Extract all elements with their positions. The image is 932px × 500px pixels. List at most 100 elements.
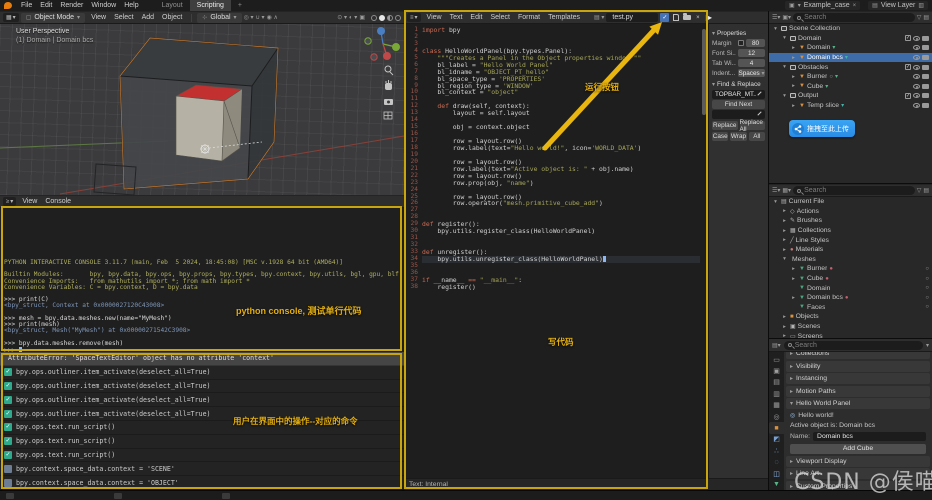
blendfile-item-materials[interactable]: ▸●Materials	[769, 245, 932, 255]
expand-toggle[interactable]: ▸	[781, 208, 788, 214]
panel-collections[interactable]: ▸Collections	[786, 352, 930, 359]
expand-toggle[interactable]: ▾	[781, 93, 788, 99]
tab-width-field[interactable]: Tab Wi... 4	[712, 58, 765, 68]
scene-properties-tab[interactable]: ▦	[769, 400, 784, 411]
blendfile-item-objects[interactable]: ▸■Objects	[769, 312, 932, 322]
panel-hello-world-panel[interactable]: ▾Hello World Panel	[786, 398, 930, 409]
blendfile-item-screens[interactable]: ▸▭Screens	[769, 331, 932, 338]
exclude-checkbox[interactable]: ✓	[905, 35, 911, 41]
expand-toggle[interactable]: ▸	[790, 295, 797, 301]
material-shading-icon[interactable]	[387, 15, 393, 21]
exclude-checkbox[interactable]: ✓	[905, 64, 911, 70]
viewport-menu-view[interactable]: View	[87, 14, 110, 21]
workspace-tab-layout[interactable]: Layout	[155, 0, 190, 11]
blender-logo-icon[interactable]	[4, 2, 12, 9]
netdisk-upload-button[interactable]: 拖拽至此上传	[789, 120, 855, 137]
find-option-all[interactable]: All	[749, 132, 765, 141]
expand-toggle[interactable]: ▸	[790, 83, 797, 89]
hide-eye-icon[interactable]	[913, 103, 920, 108]
text-menu-edit[interactable]: Edit	[466, 14, 486, 21]
disable-render-icon[interactable]	[922, 55, 929, 60]
indentation-select[interactable]: Indent... Spaces ▾	[712, 68, 765, 78]
close-icon[interactable]: ×	[853, 3, 857, 9]
transform-orientation-dropdown[interactable]: ⊹ Global▾	[197, 13, 241, 23]
expand-toggle[interactable]: ▾	[781, 35, 788, 41]
console-menu-console[interactable]: Console	[41, 198, 75, 205]
view-layer-new-icon[interactable]: ▥	[918, 2, 924, 9]
new-text-icon[interactable]	[671, 13, 680, 22]
hide-eye-icon[interactable]	[913, 65, 920, 70]
disable-render-icon[interactable]	[922, 36, 929, 41]
properties-editor-icon[interactable]: ▤▾	[772, 342, 781, 349]
unlink-text-icon[interactable]: ×	[693, 13, 702, 22]
expand-toggle[interactable]: ▸	[781, 314, 788, 320]
text-datablock-icon[interactable]: ▤ ▾	[594, 14, 604, 21]
menu-help[interactable]: Help	[120, 2, 142, 9]
margin-checkbox[interactable]	[738, 40, 744, 46]
outliner-filter-dropdown[interactable]: ☰▾	[772, 187, 780, 194]
replace-button[interactable]: Replace	[712, 121, 738, 130]
find-option-case[interactable]: Case	[712, 132, 728, 141]
text-menu-view[interactable]: View	[423, 14, 446, 21]
expand-toggle[interactable]: ▸	[781, 247, 788, 253]
solid-shading-icon[interactable]	[379, 15, 385, 21]
blendfile-item-collections[interactable]: ▸▦Collections	[769, 226, 932, 236]
disable-render-icon[interactable]	[922, 65, 929, 70]
physics-properties-tab[interactable]: ◌	[769, 457, 784, 468]
replace-all-button[interactable]: Replace All	[740, 121, 766, 130]
disable-render-icon[interactable]	[922, 103, 929, 108]
expand-toggle[interactable]: ▾	[772, 199, 779, 205]
camera-view-icon[interactable]	[384, 99, 393, 105]
expand-toggle[interactable]: ▸	[790, 45, 797, 51]
constraints-properties-tab[interactable]: ◫	[769, 468, 784, 479]
panel-motion-paths[interactable]: ▸Motion Paths	[786, 386, 930, 397]
blendfile-item-domain[interactable]: ▼Domain○	[769, 283, 932, 293]
blendfile-item-cube[interactable]: ▸▼Cube●○	[769, 274, 932, 284]
add-workspace-button[interactable]: +	[233, 2, 247, 9]
info-row[interactable]: ✓bpy.ops.outliner.item_activate(deselect…	[0, 380, 404, 394]
show-gizmo-dropdown[interactable]: ⊙ ▾	[337, 14, 347, 21]
hide-eye-icon[interactable]	[913, 45, 920, 50]
wireframe-shading-icon[interactable]	[371, 15, 377, 21]
expand-toggle[interactable]: ▾	[781, 64, 788, 70]
pivot-point-dropdown[interactable]: ◎ ▾	[244, 14, 254, 21]
navigation-gizmo[interactable]	[365, 27, 400, 60]
info-row[interactable]: ✓bpy.ops.text.run_script()	[0, 435, 404, 449]
text-menu-select[interactable]: Select	[486, 14, 513, 21]
hide-eye-icon[interactable]	[913, 36, 920, 41]
font-size-field[interactable]: Font Si... 12	[712, 48, 765, 58]
outliner-item-domain-bcs[interactable]: ▸▼Domain bcs▾	[769, 53, 932, 63]
proportional-edit-icon[interactable]: ◉ ∧	[267, 14, 278, 21]
outliner-item-temp-slice[interactable]: ▸▼Temp slice▾	[769, 101, 932, 111]
disable-render-icon[interactable]	[922, 84, 929, 89]
properties-search-input[interactable]: Search	[784, 341, 923, 350]
menu-window[interactable]: Window	[87, 2, 120, 9]
editor-type-dropdown[interactable]: ≡▾	[407, 13, 421, 22]
info-row[interactable]: ✓bpy.ops.outliner.item_activate(deselect…	[0, 393, 404, 407]
object-mode-dropdown[interactable]: ▢ Object Mode▾	[21, 13, 85, 23]
toggle-ortho-icon[interactable]	[384, 112, 392, 119]
find-next-button[interactable]: Find Next	[712, 100, 765, 109]
find-replace-panel-header[interactable]: ▾Find & Replace	[712, 80, 765, 89]
text-menu-format[interactable]: Format	[514, 14, 544, 21]
outliner-item-obstacles[interactable]: ▾Obstacles✓	[769, 62, 932, 72]
blendfile-item-domain-bcs[interactable]: ▸▼Domain bcs●○	[769, 293, 932, 303]
workspace-tab-scripting[interactable]: Scripting	[190, 0, 231, 11]
outliner-item-output[interactable]: ▾Output✓	[769, 91, 932, 101]
outliner-item-burner[interactable]: ▸▼Burner○▾	[769, 72, 932, 82]
editor-type-dropdown[interactable]: ▦▾	[3, 13, 19, 22]
hide-eye-icon[interactable]	[913, 55, 920, 60]
disable-render-icon[interactable]	[922, 74, 929, 79]
text-check-toggle[interactable]: ✓	[660, 13, 669, 22]
viewport-menu-add[interactable]: Add	[138, 14, 158, 21]
viewport-canvas[interactable]: User Perspective (1) Domain | Domain bcs	[0, 24, 404, 195]
overlays-dropdown[interactable]: ◐ ▾	[349, 14, 357, 21]
viewport-menu-select[interactable]: Select	[110, 14, 137, 21]
zoom-icon[interactable]	[385, 66, 393, 75]
expand-toggle[interactable]: ▾	[781, 256, 788, 262]
expand-toggle[interactable]: ▸	[790, 276, 797, 282]
pan-hand-icon[interactable]	[385, 80, 392, 90]
info-row[interactable]: bpy.context.space_data.context = 'SCENE'	[0, 462, 404, 476]
outliner-item-scene-collection[interactable]: ▾Scene Collection	[769, 24, 932, 34]
outliner-options-icon[interactable]: ▤	[923, 14, 929, 21]
